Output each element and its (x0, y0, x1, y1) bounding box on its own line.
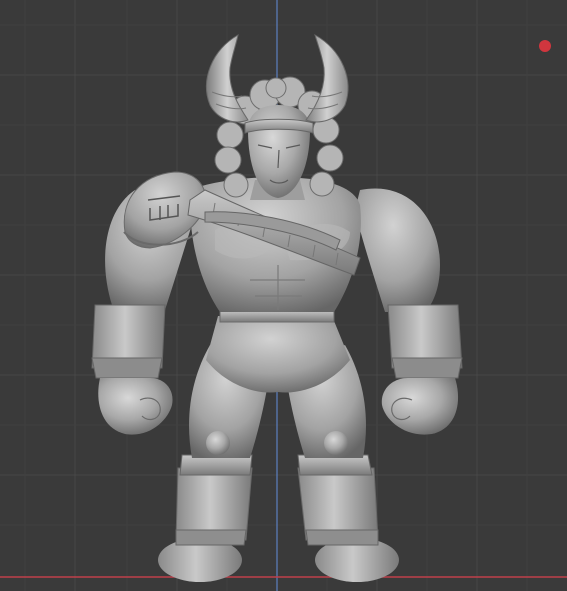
right-bracer-band (391, 357, 463, 379)
indicator-dot[interactable] (539, 40, 551, 52)
right-shin-band (305, 529, 379, 546)
left-fist[interactable] (98, 378, 173, 435)
right-knee-joint (324, 431, 348, 455)
left-knee-joint (206, 431, 230, 455)
left-shin-guard[interactable] (175, 467, 253, 541)
left-bracer-band (91, 357, 163, 379)
3d-viewport[interactable] (0, 0, 567, 591)
left-shin-band (175, 529, 247, 546)
viewport-canvas[interactable] (0, 0, 567, 591)
right-shin-guard[interactable] (297, 467, 379, 541)
right-fist[interactable] (381, 378, 459, 435)
